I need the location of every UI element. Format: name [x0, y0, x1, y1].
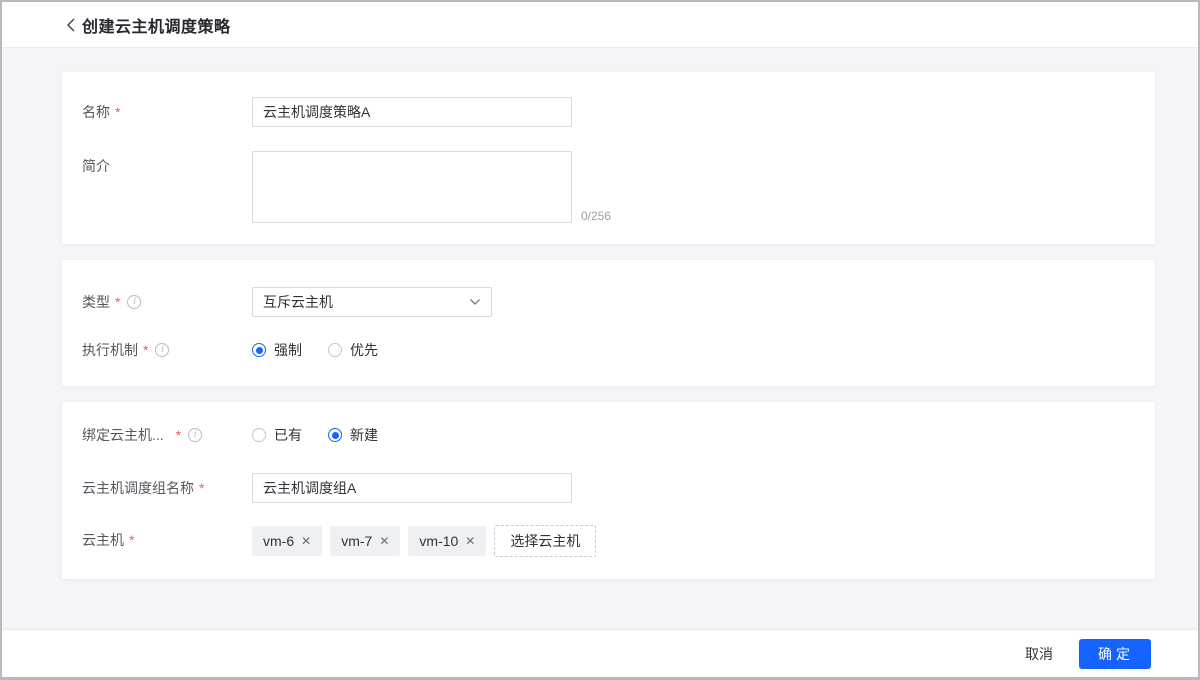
required-mark: * — [129, 532, 135, 548]
hosts-row: 云主机 * vm-6 ✕ vm-7 ✕ vm-10 ✕ 选择云主机 — [62, 525, 1155, 557]
group-name-input[interactable] — [252, 473, 572, 503]
char-counter: 0/256 — [581, 209, 612, 223]
binding-card: 绑定云主机... * i 已有 新建 云主机调度组名称 * 云主机调度组A 云主… — [62, 402, 1155, 579]
info-icon[interactable]: i — [188, 428, 203, 442]
description-field-wrap: 0/256 — [252, 151, 611, 223]
bind-group-row: 绑定云主机... * i 已有 新建 — [62, 420, 1155, 450]
mechanism-label: 执行机制 * i — [62, 335, 252, 365]
chevron-down-icon — [469, 298, 481, 306]
basic-info-card: 名称* 简介 0/256 — [62, 72, 1155, 244]
mechanism-row: 执行机制 * i 强制 优先 — [62, 335, 1155, 365]
bind-group-radio-group: 已有 新建 — [252, 420, 404, 450]
description-row: 简介 0/256 — [62, 151, 1155, 223]
required-mark: * — [115, 294, 121, 310]
radio-mechanism-priority[interactable]: 优先 — [328, 340, 378, 360]
group-name-label: 云主机调度组名称 * — [62, 473, 252, 503]
select-hosts-button[interactable]: 选择云主机 — [494, 525, 597, 557]
close-icon[interactable]: ✕ — [301, 535, 311, 547]
radio-icon — [328, 343, 342, 357]
type-select-value: 互斥云主机 — [263, 294, 333, 310]
required-mark: * — [199, 480, 205, 496]
close-icon[interactable]: ✕ — [379, 535, 389, 547]
group-name-row: 云主机调度组名称 * — [62, 473, 1155, 503]
back-icon[interactable] — [62, 16, 80, 34]
close-icon[interactable]: ✕ — [465, 535, 475, 547]
bind-group-label: 绑定云主机... * i — [62, 420, 252, 450]
radio-bind-existing[interactable]: 已有 — [252, 425, 302, 445]
name-input[interactable] — [252, 97, 572, 127]
page-frame: 创建云主机调度策略 名称* 简介 0/256 — [0, 0, 1200, 680]
info-icon[interactable]: i — [155, 343, 170, 357]
required-mark: * — [175, 427, 182, 443]
page-header: 创建云主机调度策略 — [2, 2, 1198, 48]
radio-icon — [328, 428, 342, 442]
host-tag: vm-7 ✕ — [330, 526, 401, 556]
radio-mechanism-force[interactable]: 强制 — [252, 340, 302, 360]
radio-icon — [252, 343, 266, 357]
name-row: 名称 * — [62, 97, 1155, 127]
confirm-button[interactable]: 确定 — [1079, 638, 1151, 669]
form-body: 名称* 简介 0/256 类型*i 互斥云主机 — [2, 48, 1198, 629]
host-tags-row: vm-6 ✕ vm-7 ✕ vm-10 ✕ 选择云主机 — [252, 525, 597, 557]
type-label: 类型 * i — [62, 287, 252, 317]
host-tag: vm-6 ✕ — [252, 526, 323, 556]
policy-type-card: 类型 * i 互斥云主机 执行机制 * i 强制 优先 — [62, 260, 1155, 386]
type-row: 类型 * i 互斥云主机 — [62, 287, 1155, 317]
required-mark: * — [143, 342, 149, 358]
hosts-label: 云主机 * — [62, 525, 252, 555]
description-textarea[interactable] — [252, 151, 572, 223]
footer-action-bar: 取消 确定 — [2, 629, 1198, 677]
host-tag: vm-10 ✕ — [408, 526, 487, 556]
name-label: 名称 * — [62, 97, 252, 127]
description-label: 简介 — [82, 158, 110, 174]
info-icon[interactable]: i — [127, 295, 142, 309]
radio-bind-new[interactable]: 新建 — [328, 425, 378, 445]
radio-icon — [252, 428, 266, 442]
type-select[interactable]: 互斥云主机 — [252, 287, 492, 317]
required-mark: * — [115, 104, 121, 120]
cancel-button[interactable]: 取消 — [1025, 644, 1053, 664]
mechanism-radio-group: 强制 优先 — [252, 335, 404, 365]
page-title: 创建云主机调度策略 — [82, 18, 231, 36]
